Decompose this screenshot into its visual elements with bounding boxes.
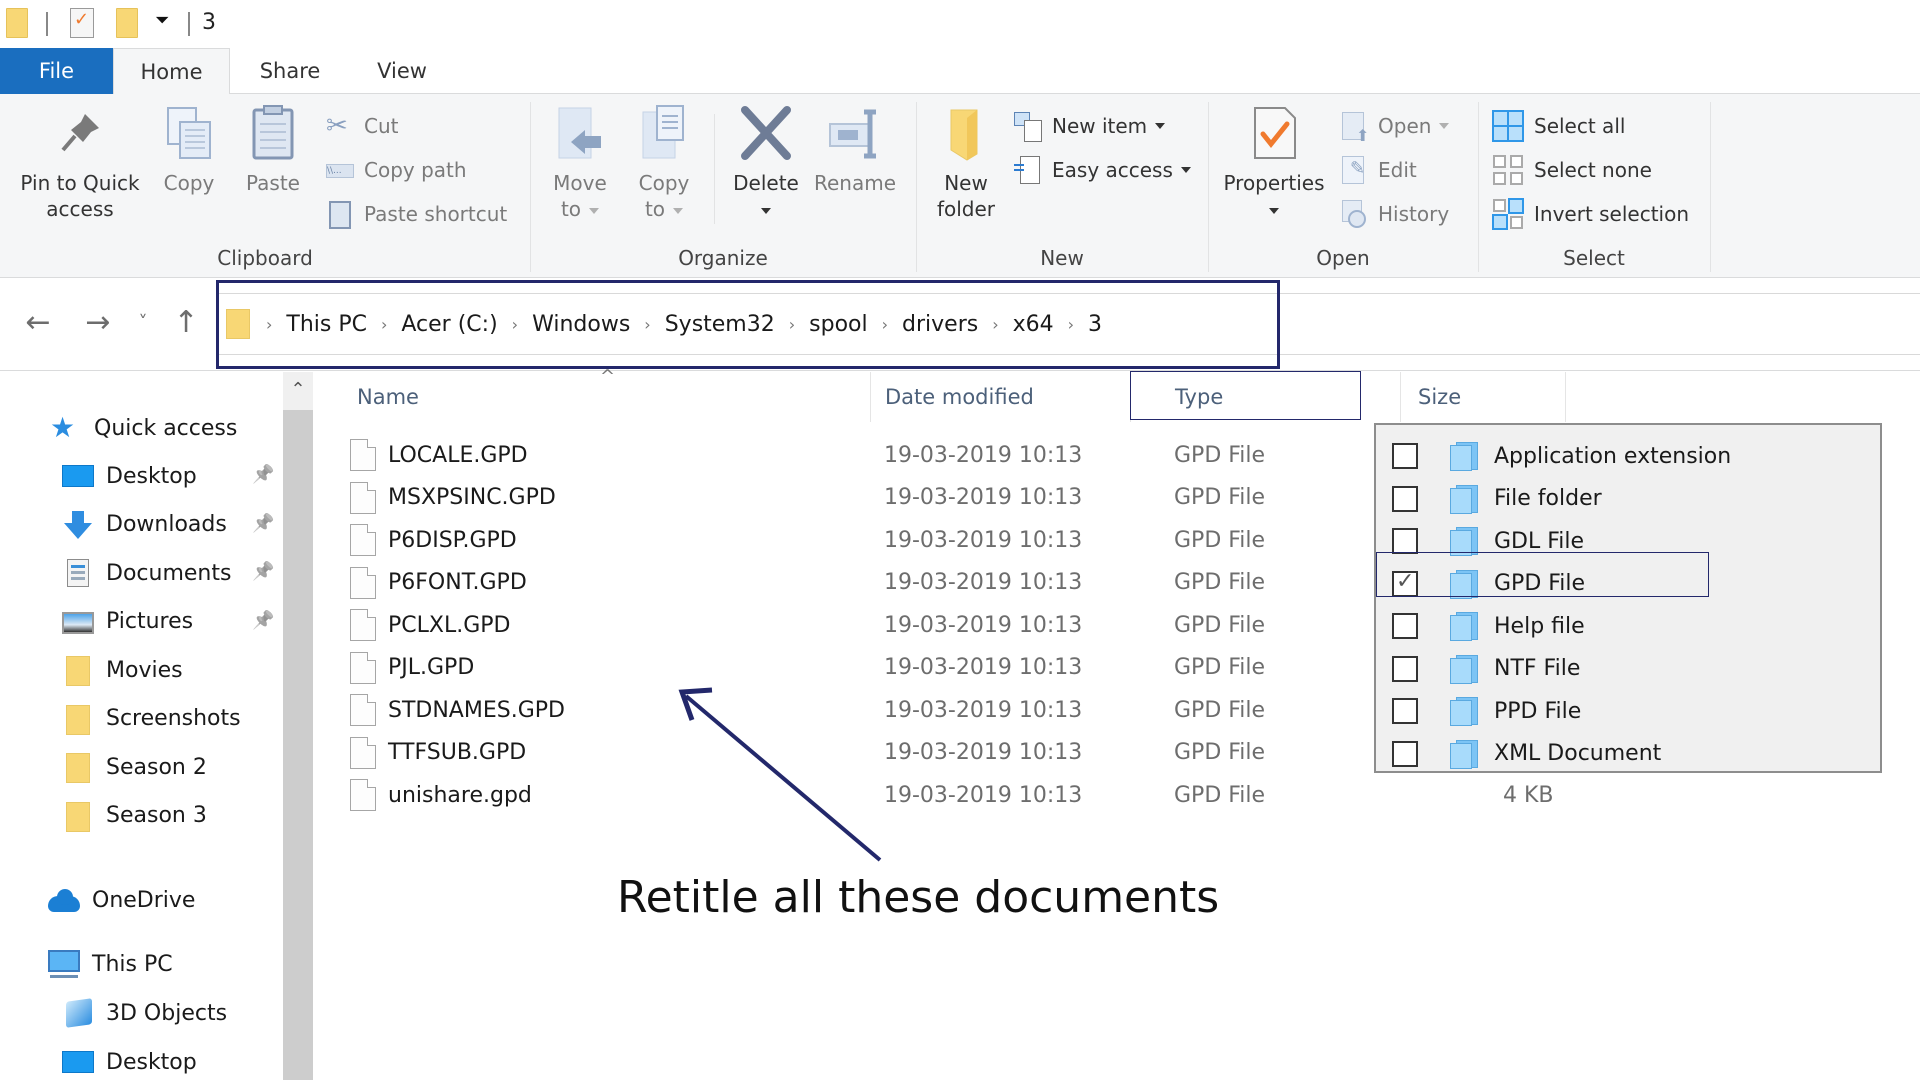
annotation-text: Retitle all these documents — [617, 872, 1220, 923]
annotation-arrow-shaft — [684, 694, 882, 862]
